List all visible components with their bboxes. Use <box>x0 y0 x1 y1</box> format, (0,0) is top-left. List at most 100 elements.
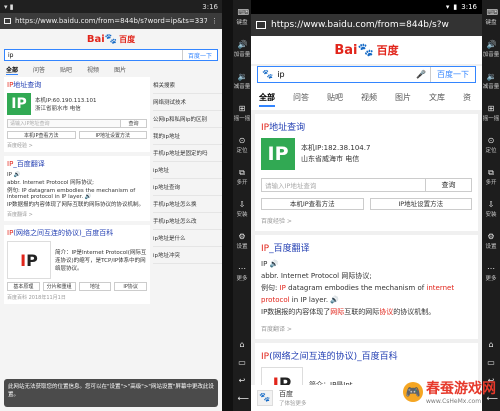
related-item[interactable]: 我的ip地址 <box>153 128 222 145</box>
related-item[interactable]: ip地址 <box>153 162 222 179</box>
watermark-text: 春蚕游戏网 www.CsHeMx.com <box>426 378 496 405</box>
related-item[interactable]: 网络测试技术 <box>153 94 222 111</box>
ip-lookup-title[interactable]: IP地址查询 <box>261 120 472 133</box>
left-baidu-logo[interactable]: Bai 🐾 百度 <box>0 29 222 49</box>
related-item[interactable]: 手机ip地址是固定的吗 <box>153 145 222 162</box>
tab-qa[interactable]: 问答 <box>293 92 309 107</box>
recent-nav-button[interactable]: ▭ <box>482 358 500 368</box>
related-item[interactable]: 手机ip地址怎么换 <box>153 196 222 213</box>
related-item[interactable]: 手机ip地址怎么改 <box>153 213 222 230</box>
related-item[interactable]: ip地址查询 <box>153 179 222 196</box>
logo-baidu-text: 百度 <box>376 44 399 57</box>
left-ip-line: 本机IP:60.190.113.101 <box>35 98 97 104</box>
keyboard-tool[interactable]: ⌨ 键盘 <box>482 8 500 26</box>
url-text[interactable]: https://www.baidu.com/from=844b/s?w <box>271 20 449 30</box>
url-bar[interactable]: https://www.baidu.com/from=844b/s?w <box>251 14 482 36</box>
left-ip-set-method-button[interactable]: IP地址设置方法 <box>78 131 147 139</box>
recent-nav-button[interactable]: ▭ <box>233 358 251 368</box>
keyboard-tool[interactable]: ⌨ 键盘 <box>233 8 251 26</box>
ip-card-source[interactable]: 百度经验 > <box>261 216 472 225</box>
left-fanyi-source[interactable]: 百度翻译 > <box>7 211 147 218</box>
left-ip-query-input[interactable]: 请输入IP地址查询 <box>7 119 121 128</box>
left-fanyi-title[interactable]: IP_百度翻译 <box>7 159 147 169</box>
fanyi-title[interactable]: IP_百度翻译 <box>261 241 472 254</box>
keyboard-icon: ⌨ <box>237 8 250 17</box>
related-item[interactable]: ip地址冲突 <box>153 247 222 264</box>
tab-video[interactable]: 视频 <box>361 92 377 107</box>
tab-tieba[interactable]: 贴吧 <box>327 92 343 107</box>
install-icon: ⇩ <box>238 200 246 209</box>
left-search-button[interactable]: 百度一下 <box>181 50 217 60</box>
baike-button[interactable]: 分片和重组 <box>42 282 76 291</box>
left-search-input[interactable]: ip <box>5 52 182 59</box>
baidu-paw-icon: 🐾 <box>257 390 273 406</box>
ip-query-input[interactable]: 请输入IP地址查询 <box>261 178 426 192</box>
home-nav-button[interactable]: ⌂ <box>482 340 500 350</box>
baike-button[interactable]: IP协议 <box>114 282 147 291</box>
left-ip-query-button[interactable]: 查询 <box>121 119 147 128</box>
back-nav-button[interactable]: ↩ <box>233 376 251 386</box>
search-button[interactable]: 百度一下 <box>430 67 475 82</box>
search-input[interactable]: ip <box>277 70 412 79</box>
gamepad-icon: 🎮 <box>403 381 423 402</box>
shake-icon: ⊞ <box>487 104 495 113</box>
left-ip-source[interactable]: 百度经验 > <box>7 142 147 149</box>
left-tab[interactable]: 视频 <box>87 65 99 75</box>
back-icon: ↩ <box>238 376 246 385</box>
baike-button[interactable]: 地址 <box>78 282 112 291</box>
left-tab[interactable]: 全部 <box>6 65 19 75</box>
tool-label: 减音量 <box>482 84 500 90</box>
microphone-icon[interactable]: 🎤 <box>412 70 430 79</box>
left-ip-view-method-button[interactable]: 本机IP查看方法 <box>7 131 76 139</box>
ip-view-method-button[interactable]: 本机IP查看方法 <box>261 198 364 210</box>
recent-apps-icon: ▭ <box>238 358 246 367</box>
left-baike-row: IP 简介：IP是Internet Protocol(网际互连协议)的缩写，是T… <box>7 241 147 279</box>
left-url-bar[interactable]: https://www.baidu.com/from=844b/s?word=i… <box>0 13 222 29</box>
location-tool[interactable]: ⊙ 定位 <box>482 136 500 154</box>
tool-label: 定位 <box>485 148 497 154</box>
tab-more[interactable]: 资 <box>463 92 471 107</box>
volume-down-tool[interactable]: 🔉 减音量 <box>482 72 500 90</box>
tab-wenku[interactable]: 文库 <box>429 92 445 107</box>
multi-open-tool[interactable]: ⧉ 多开 <box>482 168 500 186</box>
left-tab[interactable]: 问答 <box>33 65 45 75</box>
left-tab[interactable]: 图片 <box>114 65 126 75</box>
shake-tool[interactable]: ⊞ 摇一摇 <box>482 104 500 122</box>
install-tool[interactable]: ⇩ 安装 <box>233 200 251 218</box>
related-item[interactable]: 公网ip和私网ip的区别 <box>153 111 222 128</box>
shake-tool[interactable]: ⊞ 摇一摇 <box>233 104 251 122</box>
volume-down-tool[interactable]: 🔉 减音量 <box>233 72 251 90</box>
return-nav-button[interactable]: ⟵ <box>233 394 251 404</box>
tab-images[interactable]: 图片 <box>395 92 411 107</box>
left-ip-buttons: 本机IP查看方法 IP地址设置方法 <box>7 131 147 139</box>
search-wrap: 🐾 ip 🎤 百度一下 <box>251 66 482 85</box>
settings-tool[interactable]: ⚙ 设置 <box>482 232 500 250</box>
baike-button[interactable]: 基本原理 <box>7 282 40 291</box>
desktop-icon <box>4 18 11 24</box>
baidu-logo[interactable]: Bai 🐾 百度 <box>251 36 482 64</box>
settings-tool[interactable]: ⚙ 设置 <box>233 232 251 250</box>
title-rest: _百度翻译 <box>13 160 45 168</box>
left-url-text[interactable]: https://www.baidu.com/from=844b/s?word=i… <box>15 17 207 25</box>
baike-title[interactable]: IP(网络之间互连的协议)_百度百科 <box>261 349 472 362</box>
home-nav-button[interactable]: ⌂ <box>233 340 251 350</box>
more-tool[interactable]: ⋯ 更多 <box>233 264 251 282</box>
left-tab[interactable]: 贴吧 <box>60 65 72 75</box>
location-tool[interactable]: ⊙ 定位 <box>233 136 251 154</box>
tab-all[interactable]: 全部 <box>259 92 275 107</box>
related-item[interactable]: ip地址是什么 <box>153 230 222 247</box>
ip-set-method-button[interactable]: IP地址设置方法 <box>369 198 472 210</box>
fanyi-source[interactable]: 百度翻译 > <box>261 324 472 333</box>
left-ip-card-title[interactable]: IP地址查询 <box>7 80 147 90</box>
volume-up-tool[interactable]: 🔊 加音量 <box>482 40 500 58</box>
tool-label: 设置 <box>485 244 497 250</box>
install-tool[interactable]: ⇩ 安装 <box>482 200 500 218</box>
volume-up-tool[interactable]: 🔊 加音量 <box>233 40 251 58</box>
multi-open-tool[interactable]: ⧉ 多开 <box>233 168 251 186</box>
ip-query-button[interactable]: 查询 <box>426 178 472 192</box>
fanyi-card: IP_百度翻译 IP 🔊 abbr. Internet Protocol 网际协… <box>255 235 478 340</box>
left-baike-title[interactable]: IP(网络之间互连的协议)_百度百科 <box>7 228 147 238</box>
more-tool[interactable]: ⋯ 更多 <box>482 264 500 282</box>
menu-icon[interactable]: ⋮ <box>211 17 218 25</box>
fanyi-line: 例句: IP datagram embodies the mechanism o… <box>7 188 136 200</box>
